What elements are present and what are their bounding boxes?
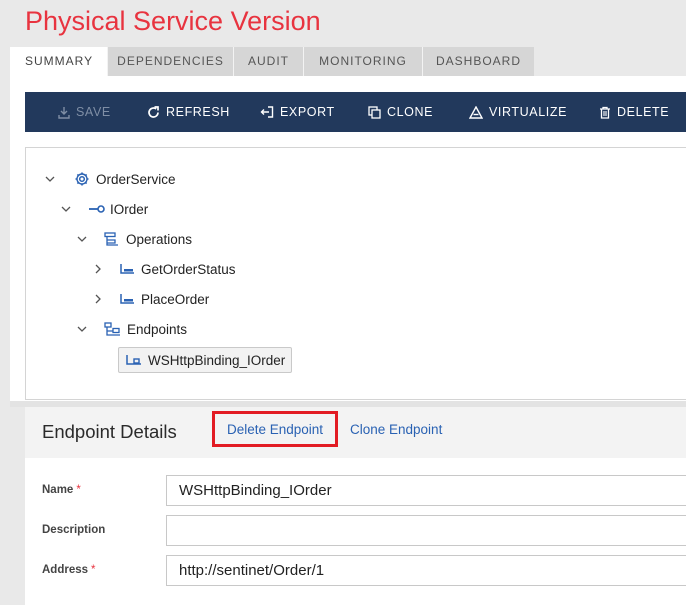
operation-icon xyxy=(119,263,135,275)
name-field[interactable] xyxy=(166,475,686,506)
interface-icon xyxy=(88,204,106,214)
delete-button[interactable]: DELETE xyxy=(599,92,669,132)
chevron-down-icon[interactable] xyxy=(44,176,56,182)
tree-label-operation: GetOrderStatus xyxy=(141,261,236,277)
tree-node-operation[interactable]: PlaceOrder xyxy=(93,288,209,310)
address-label: Address * xyxy=(42,564,96,576)
chevron-right-icon[interactable] xyxy=(93,294,103,304)
chevron-down-icon[interactable] xyxy=(60,206,72,212)
tree-label-operations: Operations xyxy=(126,231,193,247)
clone-endpoint-link[interactable]: Clone Endpoint xyxy=(350,422,442,437)
save-button[interactable]: SAVE xyxy=(58,92,111,132)
virtualize-button[interactable]: VIRTUALIZE xyxy=(469,92,567,132)
required-mark: * xyxy=(76,484,81,496)
tree-node-contract[interactable]: IOrder xyxy=(60,198,148,220)
tree-label-operation: PlaceOrder xyxy=(141,291,210,307)
description-label: Description xyxy=(42,524,106,536)
tree-node-endpoints[interactable]: Endpoints xyxy=(76,318,187,340)
tree-label-endpoint: WSHttpBinding_IOrder xyxy=(148,352,286,368)
trash-icon xyxy=(599,106,617,119)
operations-icon xyxy=(104,231,120,247)
tab-dependencies[interactable]: DEPENDENCIES xyxy=(107,47,233,76)
delete-endpoint-link[interactable]: Delete Endpoint xyxy=(212,411,338,447)
endpoints-icon xyxy=(104,321,121,337)
tab-summary[interactable]: SUMMARY xyxy=(10,47,107,76)
export-button[interactable]: EXPORT xyxy=(260,92,335,132)
required-mark: * xyxy=(91,564,96,576)
clone-icon xyxy=(368,105,387,119)
tab-audit[interactable]: AUDIT xyxy=(233,47,303,76)
tree-label-endpoints: Endpoints xyxy=(127,321,188,337)
clone-label: CLONE xyxy=(387,105,434,119)
delete-endpoint-label: Delete Endpoint xyxy=(226,421,324,437)
tab-dashboard[interactable]: DASHBOARD xyxy=(422,47,534,76)
name-label: Name * xyxy=(42,484,81,496)
chevron-down-icon[interactable] xyxy=(76,326,88,332)
tree-node-service[interactable]: OrderService xyxy=(44,168,176,190)
endpoint-details-title: Endpoint Details xyxy=(42,421,177,442)
tree-node-operation[interactable]: GetOrderStatus xyxy=(93,258,236,280)
export-label: EXPORT xyxy=(280,105,335,119)
clone-button[interactable]: CLONE xyxy=(368,92,433,132)
toolbar: SAVE REFRESH EXPORT CLONE VIRTUALIZE DEL… xyxy=(25,92,686,132)
tree-node-endpoint[interactable]: WSHttpBinding_IOrder xyxy=(118,347,293,373)
endpoint-icon xyxy=(125,354,142,366)
tree-label-contract: IOrder xyxy=(110,201,149,217)
page-title: Physical Service Version xyxy=(25,6,321,36)
tree-node-operations[interactable]: Operations xyxy=(76,228,192,250)
address-label-text: Address xyxy=(42,564,89,576)
virtualize-icon xyxy=(469,105,489,119)
tab-monitoring[interactable]: MONITORING xyxy=(303,47,422,76)
export-icon xyxy=(260,106,280,118)
save-label: SAVE xyxy=(76,105,111,119)
virtualize-label: VIRTUALIZE xyxy=(489,105,568,119)
address-field[interactable] xyxy=(166,555,686,586)
delete-label: DELETE xyxy=(617,105,670,119)
description-field[interactable] xyxy=(166,515,686,546)
refresh-button[interactable]: REFRESH xyxy=(147,92,230,132)
tab-bar: SUMMARY DEPENDENCIES AUDIT MONITORING DA… xyxy=(10,47,534,76)
name-label-text: Name xyxy=(42,484,74,496)
chevron-right-icon[interactable] xyxy=(93,264,103,274)
chevron-down-icon[interactable] xyxy=(76,236,88,242)
gear-icon xyxy=(74,171,90,187)
tree-label-service: OrderService xyxy=(96,171,176,187)
operation-icon xyxy=(119,293,135,305)
refresh-icon xyxy=(147,105,166,119)
save-icon xyxy=(58,106,76,119)
refresh-label: REFRESH xyxy=(166,105,230,119)
